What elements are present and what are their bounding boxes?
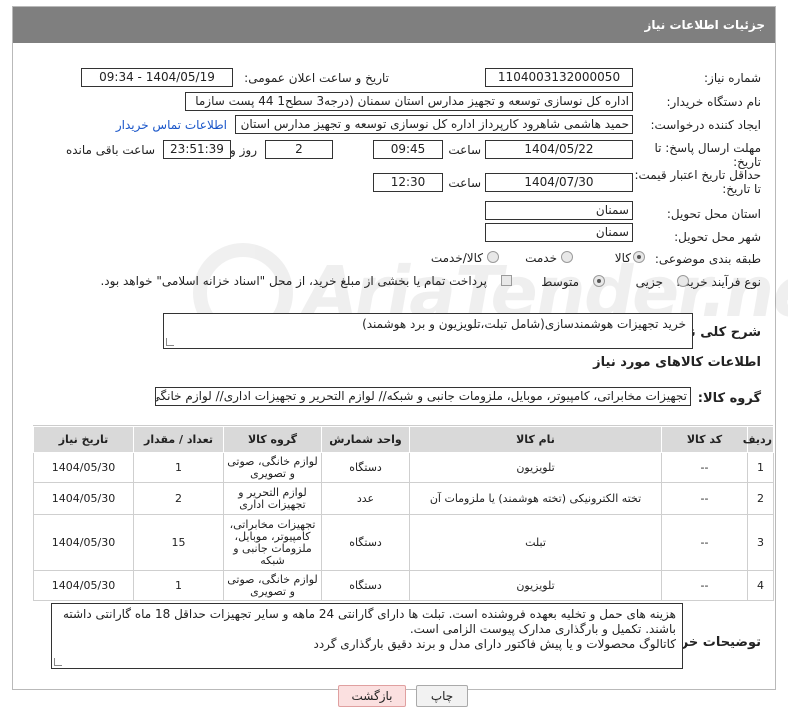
process-radio-minor[interactable] — [677, 275, 689, 287]
cell-need-date: 1404/05/30 — [33, 570, 134, 601]
cell-unit: دستگاه — [321, 452, 410, 483]
category-label: طبقه بندی موضوعی: — [654, 252, 761, 266]
category-radio-goods[interactable] — [633, 251, 645, 263]
table-row: 2 -- تخته الکترونیکی (تخته هوشمند) یا مل… — [33, 482, 774, 515]
buyer-notes-field: هزینه های حمل و تخلیه بعهده فروشنده است.… — [51, 603, 683, 669]
need-details-panel: جزئیات اطلاعات نیاز AriaTender.net شماره… — [12, 6, 788, 690]
buyer-contact-link[interactable]: اطلاعات تماس خریدار — [116, 118, 227, 132]
goods-section-title: اطلاعات کالاهای مورد نیاز — [593, 355, 761, 370]
cell-unit: عدد — [321, 482, 410, 515]
cell-quantity: 1 — [133, 570, 224, 601]
reply-deadline-label-line1: مهلت ارسال پاسخ: تا — [654, 141, 761, 155]
price-validity-date: 1404/07/30 — [485, 173, 633, 192]
price-validity-label-line2: تا تاریخ: — [722, 182, 761, 196]
col-header-need-date: تاریخ نیاز — [33, 426, 134, 453]
description-field: خرید تجهیزات هوشمندسازی(شامل تبلت،تلویزی… — [163, 313, 693, 349]
col-header-unit: واحد شمارش — [321, 426, 410, 453]
cell-item-name: تلویزیون — [409, 570, 662, 601]
category-option-goods: کالا — [614, 251, 631, 265]
cell-item-group: تجهیزات مخابراتی، کامپیوتر، موبایل، ملزو… — [223, 514, 322, 571]
cell-row-number: 1 — [747, 452, 774, 483]
col-header-row-number: ردیف — [743, 426, 774, 453]
cell-item-code: -- — [661, 514, 748, 571]
table-row: 1 -- تلویزیون دستگاه لوازم خانگی، صوتی و… — [33, 452, 774, 483]
cell-quantity: 2 — [133, 482, 224, 515]
cell-item-code: -- — [661, 482, 748, 515]
remaining-days: 2 — [265, 140, 333, 159]
cell-item-group: لوازم التحریر و تجهیزات اداری — [223, 482, 322, 515]
cell-need-date: 1404/05/30 — [33, 482, 134, 515]
buyer-org-field: اداره کل نوسازی توسعه و تجهیز مدارس استا… — [185, 92, 633, 111]
announce-datetime-label: تاریخ و ساعت اعلان عمومی: — [244, 71, 389, 85]
resize-handle-icon[interactable] — [166, 338, 174, 346]
province-field: سمنان — [485, 201, 633, 220]
cell-item-name: تخته الکترونیکی (تخته هوشمند) یا ملزومات… — [409, 482, 662, 515]
requester-field: حمید هاشمی شاهرود کارپرداز اداره کل نوسا… — [235, 115, 633, 134]
reply-time-label: ساعت — [448, 143, 481, 157]
need-number-label: شماره نیاز: — [704, 71, 761, 85]
reply-deadline-time: 09:45 — [373, 140, 443, 159]
city-field: سمنان — [485, 223, 633, 242]
col-header-quantity: تعداد / مقدار — [133, 426, 224, 453]
table-header-row: ردیف کد کالا نام کالا واحد شمارش گروه کا… — [33, 426, 774, 453]
back-button[interactable]: بازگشت — [338, 685, 406, 707]
category-option-service: خدمت — [525, 251, 557, 265]
reply-deadline-label-line2: تاریخ: — [733, 155, 761, 169]
goods-group-field: تجهیزات مخابراتی، کامپیوتر، موبایل، ملزو… — [155, 387, 691, 406]
cell-quantity: 1 — [133, 452, 224, 483]
cell-quantity: 15 — [133, 514, 224, 571]
print-button[interactable]: چاپ — [416, 685, 468, 707]
province-label: استان محل تحویل: — [666, 207, 761, 221]
category-radio-goods-service[interactable] — [487, 251, 499, 263]
table-row: 3 -- تبلت دستگاه تجهیزات مخابراتی، کامپی… — [33, 514, 774, 571]
items-table-wrap: ردیف کد کالا نام کالا واحد شمارش گروه کا… — [33, 425, 774, 601]
treasury-payment-note: پرداخت تمام یا بخشی از مبلغ خرید، از محل… — [100, 274, 487, 288]
cell-need-date: 1404/05/30 — [33, 514, 134, 571]
cell-row-number: 2 — [747, 482, 774, 515]
process-option-minor: جزیی — [635, 275, 663, 289]
cell-item-name: تلویزیون — [409, 452, 662, 483]
cell-unit: دستگاه — [321, 570, 410, 601]
price-validity-label-line1: حداقل تاریخ اعتبار قیمت: — [634, 168, 761, 182]
category-option-goods-service: کالا/خدمت — [430, 251, 483, 265]
buyer-org-label: نام دستگاه خریدار: — [666, 95, 762, 109]
cell-item-group: لوازم خانگی، صوتی و تصویری — [223, 570, 322, 601]
panel-title: جزئیات اطلاعات نیاز — [13, 7, 775, 43]
cell-item-code: -- — [661, 570, 748, 601]
need-number-field: 1104003132000050 — [485, 68, 633, 87]
col-header-item-name: نام کالا — [409, 426, 662, 453]
goods-group-label: گروه کالا: — [697, 391, 761, 406]
price-validity-time: 12:30 — [373, 173, 443, 192]
buyer-notes-line-1: هزینه های حمل و تخلیه بعهده فروشنده است.… — [62, 607, 676, 636]
reply-deadline-date: 1404/05/22 — [485, 140, 633, 159]
cell-item-code: -- — [661, 452, 748, 483]
remaining-time: 23:51:39 — [163, 140, 231, 159]
announce-datetime-field: 1404/05/19 - 09:34 — [81, 68, 233, 87]
requester-label: ایجاد کننده درخواست: — [650, 118, 761, 132]
cell-item-name: تبلت — [409, 514, 662, 571]
remaining-label: ساعت باقی مانده — [65, 143, 155, 157]
col-header-item-group: گروه کالا — [223, 426, 322, 453]
category-radio-service[interactable] — [561, 251, 573, 263]
items-table: ردیف کد کالا نام کالا واحد شمارش گروه کا… — [33, 426, 774, 601]
resize-handle-icon[interactable] — [54, 658, 62, 666]
treasury-payment-checkbox[interactable] — [501, 275, 512, 286]
cell-item-group: لوازم خانگی، صوتی و تصویری — [223, 452, 322, 483]
process-option-medium: متوسط — [541, 275, 579, 289]
process-radio-medium[interactable] — [593, 275, 605, 287]
buyer-notes-line-2: کاتالوگ محصولات و یا پیش فاکتور دارای مد… — [313, 637, 676, 651]
cell-row-number: 4 — [747, 570, 774, 601]
cell-unit: دستگاه — [321, 514, 410, 571]
description-text: خرید تجهیزات هوشمندسازی(شامل تبلت،تلویزی… — [362, 317, 686, 331]
cell-need-date: 1404/05/30 — [33, 452, 134, 483]
col-header-item-code: کد کالا — [661, 426, 748, 453]
cell-row-number: 3 — [747, 514, 774, 571]
days-label: روز و — [230, 143, 257, 157]
city-label: شهر محل تحویل: — [674, 230, 761, 244]
table-row: 4 -- تلویزیون دستگاه لوازم خانگی، صوتی و… — [33, 570, 774, 601]
price-time-label: ساعت — [448, 176, 481, 190]
